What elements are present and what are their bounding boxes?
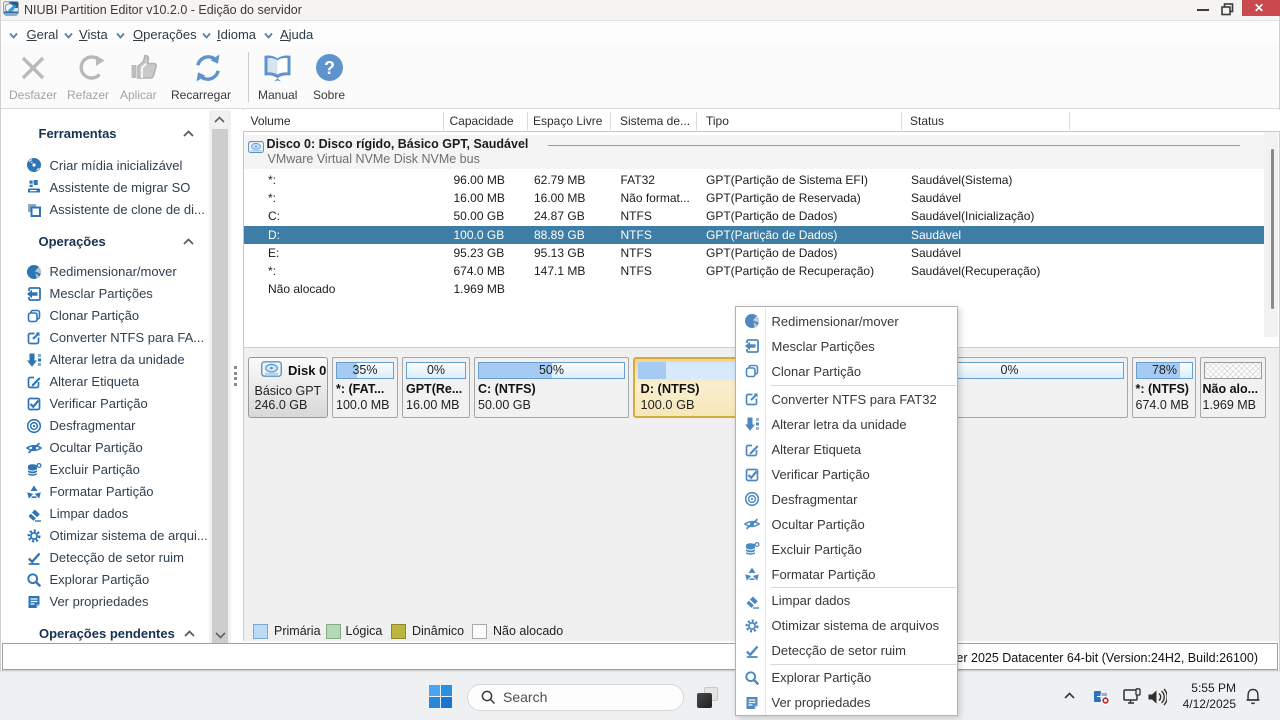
svg-text:?: ?: [324, 58, 335, 78]
